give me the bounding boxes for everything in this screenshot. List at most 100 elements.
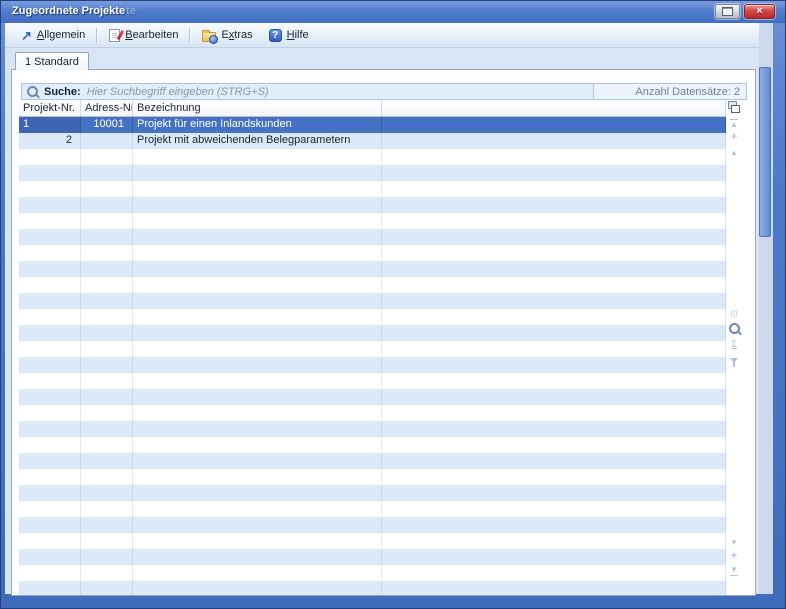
sum-icon[interactable]: Σ (727, 338, 741, 351)
table-cell[interactable] (133, 165, 382, 181)
table-row[interactable] (19, 325, 726, 341)
table-cell[interactable] (382, 533, 726, 549)
table-row[interactable] (19, 453, 726, 469)
table-row[interactable] (19, 549, 726, 565)
table-cell[interactable] (382, 277, 726, 293)
table-cell[interactable] (382, 405, 726, 421)
table-cell[interactable]: Projekt für einen Inlandskunden (133, 117, 382, 133)
move-up-icon[interactable]: + (727, 131, 741, 144)
table-cell[interactable] (382, 229, 726, 245)
table-cell[interactable] (81, 341, 133, 357)
column-chooser-icon[interactable] (727, 100, 741, 113)
table-cell[interactable] (382, 373, 726, 389)
table-cell[interactable] (19, 565, 81, 581)
table-cell[interactable] (133, 357, 382, 373)
header-cell-adress-nr[interactable]: Adress-Nr. (81, 100, 133, 116)
table-cell[interactable]: 10001 (81, 117, 133, 133)
table-row[interactable] (19, 373, 726, 389)
table-cell[interactable] (81, 229, 133, 245)
table-cell[interactable] (19, 149, 81, 165)
scroll-bottom-icon[interactable]: ▼ (727, 564, 741, 577)
table-cell[interactable] (19, 581, 81, 595)
table-cell[interactable] (382, 133, 726, 149)
table-cell[interactable] (81, 453, 133, 469)
table-cell[interactable] (133, 501, 382, 517)
table-cell[interactable] (81, 181, 133, 197)
table-row[interactable] (19, 309, 726, 325)
table-row[interactable] (19, 245, 726, 261)
table-cell[interactable] (133, 437, 382, 453)
table-cell[interactable] (382, 581, 726, 595)
table-cell[interactable] (133, 149, 382, 165)
prev-record-icon[interactable]: ▲ (727, 146, 741, 159)
table-cell[interactable] (382, 437, 726, 453)
table-cell[interactable] (382, 165, 726, 181)
table-row[interactable] (19, 165, 726, 181)
table-row[interactable] (19, 421, 726, 437)
table-cell[interactable] (382, 325, 726, 341)
table-cell[interactable] (19, 421, 81, 437)
table-cell[interactable] (19, 325, 81, 341)
table-cell[interactable] (81, 389, 133, 405)
table-cell[interactable] (19, 405, 81, 421)
table-cell[interactable] (81, 405, 133, 421)
table-cell[interactable] (81, 261, 133, 277)
table-row[interactable] (19, 389, 726, 405)
table-row[interactable] (19, 565, 726, 581)
table-cell[interactable] (81, 517, 133, 533)
table-row[interactable] (19, 277, 726, 293)
table-cell[interactable] (133, 373, 382, 389)
table-cell[interactable] (81, 149, 133, 165)
table-cell[interactable] (19, 373, 81, 389)
table-cell[interactable] (133, 309, 382, 325)
table-row[interactable] (19, 149, 726, 165)
table-row[interactable] (19, 517, 726, 533)
dock-button[interactable] (715, 4, 740, 19)
table-cell[interactable] (81, 549, 133, 565)
table-cell[interactable] (81, 421, 133, 437)
table-cell[interactable] (133, 549, 382, 565)
table-cell[interactable] (19, 389, 81, 405)
table-cell[interactable] (19, 245, 81, 261)
table-cell[interactable] (81, 277, 133, 293)
table-cell[interactable] (382, 389, 726, 405)
table-cell[interactable] (81, 165, 133, 181)
table-cell[interactable] (382, 309, 726, 325)
table-cell[interactable] (133, 405, 382, 421)
table-cell[interactable] (133, 325, 382, 341)
table-cell[interactable] (81, 373, 133, 389)
table-row[interactable] (19, 341, 726, 357)
table-cell[interactable] (81, 533, 133, 549)
scroll-top-icon[interactable]: ▲ (727, 117, 741, 130)
table-cell[interactable] (382, 549, 726, 565)
table-cell[interactable] (19, 165, 81, 181)
table-cell[interactable] (81, 437, 133, 453)
table-row[interactable] (19, 405, 726, 421)
table-cell[interactable]: 2 (19, 133, 81, 149)
scrollbar-track[interactable] (759, 23, 773, 594)
table-row[interactable] (19, 261, 726, 277)
table-cell[interactable] (19, 469, 81, 485)
tab-standard[interactable]: 1 Standard (15, 52, 89, 70)
table-cell[interactable] (19, 181, 81, 197)
table-cell[interactable] (81, 565, 133, 581)
table-cell[interactable] (133, 389, 382, 405)
table-cell[interactable] (19, 357, 81, 373)
table-cell[interactable] (81, 501, 133, 517)
table-cell[interactable]: Projekt mit abweichenden Belegparametern (133, 133, 382, 149)
table-cell[interactable] (382, 517, 726, 533)
table-cell[interactable] (19, 533, 81, 549)
titlebar[interactable]: Zugeordnete Projektete × (1, 1, 785, 23)
table-row[interactable] (19, 197, 726, 213)
table-row[interactable] (19, 181, 726, 197)
table-row[interactable] (19, 437, 726, 453)
table-cell[interactable] (382, 469, 726, 485)
move-down-icon[interactable]: + (727, 550, 741, 563)
toolbar-button-hilfe[interactable]: ?Hilfe (261, 27, 317, 44)
table-cell[interactable] (81, 245, 133, 261)
table-cell[interactable] (382, 293, 726, 309)
table-cell[interactable] (382, 453, 726, 469)
table-cell[interactable] (19, 277, 81, 293)
table-row[interactable] (19, 581, 726, 595)
table-row[interactable] (19, 229, 726, 245)
